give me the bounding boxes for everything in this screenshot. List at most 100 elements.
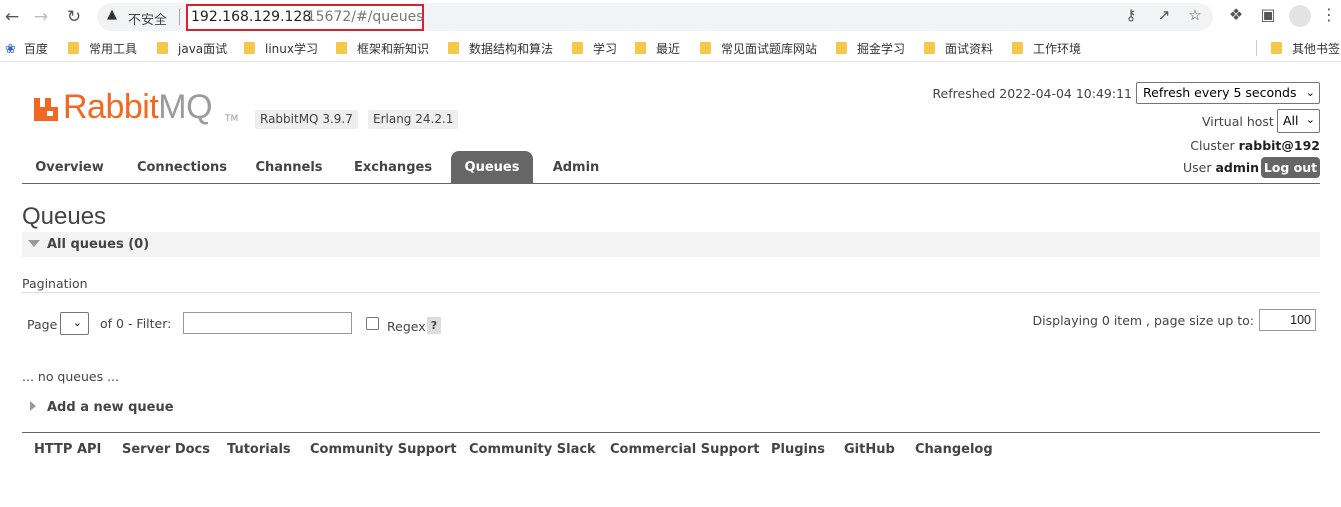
extensions-icon[interactable]: ❖ — [1225, 5, 1247, 24]
baidu-icon: ❀ — [5, 42, 16, 57]
erlang-badge: Erlang 24.2.1 — [368, 110, 459, 129]
logo-rabbit: Rabbit — [63, 88, 159, 126]
bookmark-label: 常用工具 — [89, 42, 138, 56]
bookmark-item[interactable]: 常见面试题库网站 — [700, 40, 817, 57]
url-host: 192.168.129.128 — [191, 9, 312, 25]
other-bookmarks[interactable]: 其他书签 — [1271, 40, 1340, 57]
chevron-down-icon: ⌄ — [72, 316, 82, 329]
tab-overview[interactable]: Overview — [22, 151, 117, 184]
bookmark-label: 框架和新知识 — [357, 42, 430, 56]
bookmark-label: linux学习 — [265, 42, 318, 56]
url-path: :15672/#/queues — [302, 9, 424, 25]
refresh-interval-select[interactable]: Refresh every 5 seconds ⌄ — [1136, 82, 1320, 104]
refresh-select-value: Refresh every 5 seconds — [1143, 85, 1297, 100]
regex-checkbox[interactable] — [366, 317, 379, 330]
logo-mq: MQ — [158, 88, 213, 126]
bookmark-item[interactable]: java面试 — [157, 40, 227, 57]
bookmark-label: 其他书签 — [1292, 42, 1341, 56]
bookmark-label: 面试资料 — [945, 42, 994, 56]
share-icon[interactable]: ↗ — [1154, 6, 1174, 24]
regex-help-button[interactable]: ? — [427, 317, 441, 334]
add-queue-label: Add a new queue — [47, 400, 174, 415]
bookmark-item[interactable]: linux学习 — [244, 40, 318, 57]
bookmark-item[interactable]: 掘金学习 — [836, 40, 905, 57]
vhost-select[interactable]: All ⌄ — [1277, 109, 1320, 133]
bookmark-label: 工作环境 — [1033, 42, 1082, 56]
warning-icon: ▲ — [107, 7, 117, 22]
bookmark-label: java面试 — [178, 42, 228, 56]
regex-label: Regex — [387, 319, 426, 334]
section-title-text: All queues (0) — [47, 237, 150, 252]
forward-icon[interactable]: → — [29, 5, 53, 29]
footer-link-http-api[interactable]: HTTP API — [34, 442, 101, 457]
page-select[interactable]: ⌄ — [60, 312, 89, 335]
bookmark-item[interactable]: 数据结构和算法 — [448, 40, 553, 57]
folder-icon — [1012, 42, 1023, 54]
tab-connections[interactable]: Connections — [126, 151, 238, 184]
bookmark-item[interactable]: 面试资料 — [924, 40, 993, 57]
bookmark-item[interactable]: 框架和新知识 — [336, 40, 429, 57]
footer-link-tutorials[interactable]: Tutorials — [227, 442, 291, 457]
reload-icon[interactable]: ↻ — [62, 5, 86, 29]
page-label: Page — [27, 317, 58, 332]
sidebar-icon[interactable]: ▣ — [1257, 5, 1279, 24]
bookmark-item[interactable]: 学习 — [572, 40, 617, 57]
bookmark-label: 常见面试题库网站 — [721, 42, 818, 56]
no-queues-message: ... no queues ... — [22, 369, 120, 384]
folder-icon — [700, 42, 711, 54]
expand-arrow-icon — [30, 401, 36, 411]
page-size-input[interactable] — [1259, 309, 1316, 331]
section-title: All queues (0) — [28, 237, 149, 252]
profile-avatar-icon[interactable] — [1289, 5, 1311, 27]
url-text[interactable]: 192.168.129.128 :15672/#/queues — [186, 4, 424, 31]
tab-admin[interactable]: Admin — [547, 151, 605, 184]
tab-exchanges[interactable]: Exchanges — [348, 151, 438, 184]
key-icon[interactable]: ⚷ — [1121, 6, 1141, 24]
folder-icon — [836, 42, 847, 54]
footer-link-commercial-support[interactable]: Commercial Support — [610, 442, 760, 457]
folder-icon — [635, 42, 646, 54]
vhost-value: All — [1283, 113, 1299, 128]
folder-icon — [448, 42, 459, 54]
all-queues-section-header[interactable]: All queues (0) — [22, 232, 1320, 257]
tab-channels[interactable]: Channels — [248, 151, 330, 184]
menu-icon[interactable]: ⋮ — [1318, 5, 1340, 24]
bookmark-label: 掘金学习 — [857, 42, 906, 56]
bookmark-item[interactable]: 工作环境 — [1012, 40, 1081, 57]
omnibox-divider — [179, 9, 180, 25]
filter-input[interactable] — [183, 312, 352, 334]
displaying-count: Displaying 0 item , page size up to: — [1032, 313, 1254, 328]
chevron-down-icon: ⌄ — [1305, 86, 1315, 99]
footer-link-github[interactable]: GitHub — [844, 442, 895, 457]
bookmark-item[interactable]: ❀ 百度 — [5, 40, 48, 57]
pagination-label: Pagination — [22, 276, 88, 291]
bookmarks-bar: ❀ 百度 常用工具 java面试 linux学习 框架和新知识 数据结构和算法 学… — [0, 34, 1341, 62]
collapse-arrow-icon — [28, 240, 40, 247]
bookmark-label: 数据结构和算法 — [469, 42, 554, 56]
folder-icon — [1271, 42, 1282, 54]
folder-icon — [924, 42, 935, 54]
folder-icon — [572, 42, 583, 54]
footer-link-community-slack[interactable]: Community Slack — [469, 442, 596, 457]
add-queue-toggle[interactable]: Add a new queue — [30, 400, 174, 415]
folder-icon — [244, 42, 255, 54]
page-title: Queues — [22, 203, 107, 230]
bookmark-star-icon[interactable]: ☆ — [1185, 6, 1205, 24]
bookmark-item[interactable]: 最近 — [635, 40, 680, 57]
folder-icon — [157, 42, 168, 54]
bookmark-item[interactable]: 常用工具 — [68, 40, 137, 57]
bookmark-label: 学习 — [593, 42, 618, 56]
back-icon[interactable]: ← — [0, 5, 24, 29]
footer-link-plugins[interactable]: Plugins — [771, 442, 825, 457]
bookmark-label: 百度 — [23, 42, 48, 56]
logo-text: RabbitMQ — [63, 88, 213, 127]
browser-toolbar: ← → ↻ ▲ 不安全 192.168.129.128 :15672/#/que… — [0, 0, 1341, 34]
refreshed-time: Refreshed 2022-04-04 10:49:11 — [932, 86, 1132, 101]
footer-link-changelog[interactable]: Changelog — [915, 442, 993, 457]
footer-link-server-docs[interactable]: Server Docs — [122, 442, 210, 457]
chevron-down-icon: ⌄ — [1305, 113, 1315, 126]
folder-icon — [68, 42, 79, 54]
tab-queues[interactable]: Queues — [451, 151, 533, 184]
address-bar[interactable]: ▲ 不安全 192.168.129.128 :15672/#/queues ⚷ … — [97, 3, 1213, 31]
footer-link-community-support[interactable]: Community Support — [310, 442, 457, 457]
